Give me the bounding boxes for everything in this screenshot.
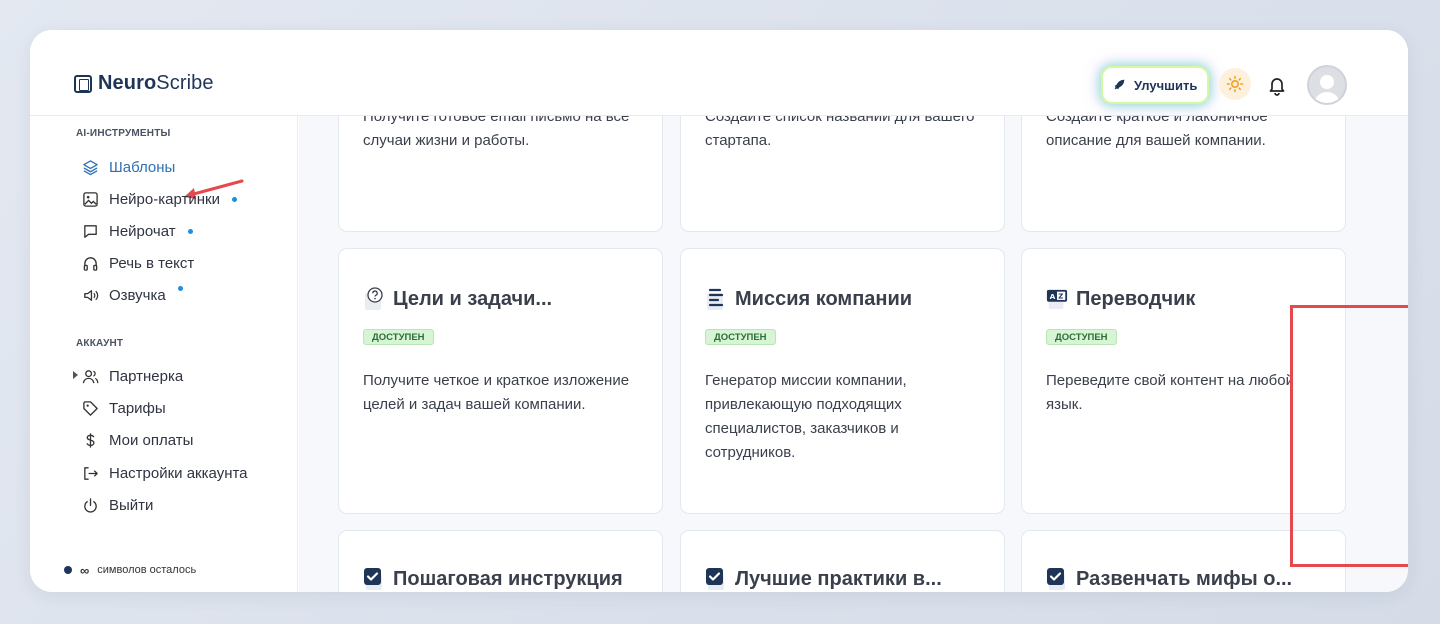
sidebar-item-label: Мои оплаты <box>109 431 194 449</box>
card-description: Переведите свой контент на любой язык. <box>1046 372 1294 413</box>
new-badge-dot <box>187 228 193 234</box>
sidebar-item-speech-to-text[interactable]: Речь в текст <box>82 252 194 274</box>
layers-icon <box>83 159 98 175</box>
template-card-best-practices[interactable]: Лучшие практики в... <box>680 530 1005 592</box>
card-title: Цели и задачи... <box>363 287 552 311</box>
bell-icon[interactable] <box>1266 74 1288 96</box>
users-icon <box>82 369 99 383</box>
rocket-icon <box>1114 79 1125 90</box>
headphones-icon <box>83 256 98 271</box>
checkbox-doc-icon <box>1047 568 1065 590</box>
checkbox-doc-icon <box>364 568 382 590</box>
image-icon <box>83 191 98 207</box>
sidebar-item-account-settings[interactable]: Настройки аккаунта <box>82 462 248 484</box>
sidebar-item-logout[interactable]: Выйти <box>82 494 153 516</box>
sidebar-item-voiceover[interactable]: Озвучка <box>82 284 183 306</box>
user-avatar-icon <box>1313 75 1341 103</box>
brand-name: NeuroScribe <box>98 72 214 94</box>
dollar-icon <box>86 432 95 448</box>
status-badge: ДОСТУПЕН <box>705 329 776 345</box>
tag-icon <box>83 400 98 416</box>
template-card-step-instructions[interactable]: Пошаговая инструкция <box>338 530 663 592</box>
sidebar-item-label: Тарифы <box>109 399 166 417</box>
power-icon <box>84 497 97 513</box>
upgrade-label: Улучшить <box>1134 77 1198 93</box>
section-title-ai: AI-ИНСТРУМЕНТЫ <box>76 128 171 139</box>
sidebar-item-templates[interactable]: Шаблоны <box>82 156 175 178</box>
document-logo-icon <box>74 74 92 93</box>
sidebar-item-neurochat[interactable]: Нейрочат <box>82 220 193 242</box>
template-card-startup-names[interactable]: Создайте список названий для вашего стар… <box>680 116 1005 232</box>
app-window: NeuroScribe Улучшить AI-ИНСТРУМЕНТЫ Шабл… <box>30 30 1408 592</box>
chars-left-indicator: ∞ символов осталось <box>64 562 196 578</box>
card-description: Создайте список названий для вашего стар… <box>705 116 975 149</box>
svg-text:A: A <box>1050 292 1056 301</box>
card-title: Развенчать мифы о... <box>1046 567 1292 591</box>
expand-caret-icon[interactable] <box>73 371 78 379</box>
chars-left-value: ∞ <box>80 562 90 578</box>
sidebar-item-label: Озвучка <box>109 286 166 304</box>
avatar[interactable] <box>1307 65 1347 105</box>
text-lines-icon <box>707 288 724 310</box>
translate-icon: AZ <box>1046 289 1068 310</box>
chat-icon <box>84 224 97 238</box>
card-description: Создайте краткое и лаконичное описание д… <box>1046 116 1268 149</box>
card-title: Лучшие практики в... <box>705 567 942 591</box>
template-card-translator[interactable]: AZ Переводчик ДОСТУПЕН Переведите свой к… <box>1021 248 1346 514</box>
card-description: Получите четкое и краткое изложение целе… <box>363 372 630 413</box>
brand-logo[interactable]: NeuroScribe <box>74 72 214 95</box>
template-card-company-description[interactable]: Создайте краткое и лаконичное описание д… <box>1021 116 1346 232</box>
card-description: Получите готовое email письмо на все слу… <box>363 116 630 149</box>
status-badge: ДОСТУПЕН <box>1046 329 1117 345</box>
sidebar: AI-ИНСТРУМЕНТЫ Шаблоны Нейро-картинки Не… <box>30 116 298 592</box>
sidebar-item-label: Настройки аккаунта <box>109 464 248 482</box>
template-card-goals[interactable]: Цели и задачи... ДОСТУПЕН Получите четко… <box>338 248 663 514</box>
card-title: Пошаговая инструкция <box>363 567 623 591</box>
sidebar-item-label: Нейро-картинки <box>109 190 220 208</box>
templates-grid: Получите готовое email письмо на все слу… <box>299 116 1408 592</box>
top-header: NeuroScribe Улучшить <box>30 30 1408 116</box>
logout-arrow-icon <box>84 466 98 480</box>
status-dot <box>64 566 72 574</box>
status-badge: ДОСТУПЕН <box>363 329 434 345</box>
theme-toggle-button[interactable] <box>1219 68 1251 100</box>
sidebar-item-label: Нейрочат <box>109 222 176 240</box>
sidebar-item-tariffs[interactable]: Тарифы <box>82 397 166 419</box>
template-card-mission[interactable]: Миссия компании ДОСТУПЕН Генератор мисси… <box>680 248 1005 514</box>
sidebar-item-label: Речь в текст <box>109 254 195 272</box>
sidebar-item-label: Выйти <box>109 496 154 514</box>
sidebar-item-label: Шаблоны <box>109 158 176 176</box>
sidebar-item-neuro-images[interactable]: Нейро-картинки <box>82 188 237 210</box>
template-card-debunk-myths[interactable]: Развенчать мифы о... <box>1021 530 1346 592</box>
sidebar-item-partners[interactable]: Партнерка <box>73 365 184 387</box>
speaker-icon <box>84 289 99 301</box>
sidebar-item-label: Партнерка <box>109 367 184 385</box>
chars-left-label: символов осталось <box>97 564 197 576</box>
card-title: Миссия компании <box>705 287 912 311</box>
question-doc-icon <box>365 287 383 310</box>
sun-icon <box>1226 75 1244 93</box>
card-title: AZ Переводчик <box>1046 287 1195 311</box>
new-badge-dot <box>177 286 183 291</box>
template-card-email[interactable]: Получите готовое email письмо на все слу… <box>338 116 663 232</box>
section-title-account: АККАУНТ <box>76 338 124 349</box>
new-badge-dot <box>231 196 237 202</box>
sidebar-item-payments[interactable]: Мои оплаты <box>82 429 193 451</box>
upgrade-button[interactable]: Улучшить <box>1103 68 1208 102</box>
card-description: Генератор миссии компании, привлекающую … <box>705 372 907 461</box>
svg-text:Z: Z <box>1058 293 1063 301</box>
checkbox-doc-icon <box>706 568 724 590</box>
